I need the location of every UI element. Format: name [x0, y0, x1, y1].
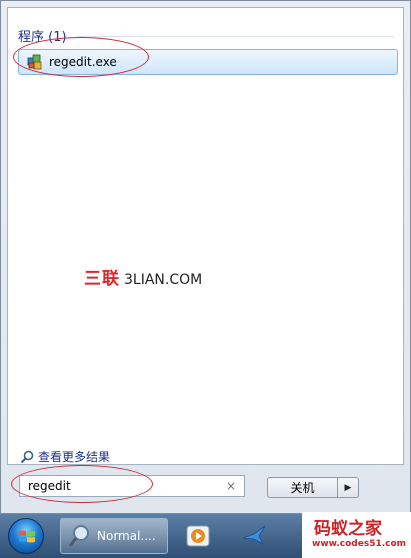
taskbar-item-label: Normal.... — [97, 529, 156, 543]
section-divider — [76, 36, 394, 37]
site-watermark-url: www.codes51.com — [312, 539, 407, 549]
windows-logo-icon — [19, 530, 35, 543]
media-player-icon[interactable] — [184, 522, 212, 550]
bird-app-icon[interactable] — [240, 522, 268, 550]
start-menu: 程序 (1) regedit.exe 三联 3LIAN.COM 查看更多结果 × — [0, 0, 411, 514]
watermark-brand-cn: 三联 — [84, 269, 120, 289]
site-watermark-codes51: 码蚁之家 www.codes51.com — [302, 512, 411, 558]
see-more-results-link[interactable]: 查看更多结果 — [20, 448, 110, 465]
search-magnifier-icon — [68, 525, 89, 547]
search-results-panel: 程序 (1) regedit.exe 三联 3LIAN.COM 查看更多结果 — [7, 7, 404, 465]
start-button[interactable] — [8, 518, 44, 554]
see-more-results-label: 查看更多结果 — [38, 450, 111, 464]
result-item-regedit[interactable]: regedit.exe — [18, 49, 398, 75]
search-icon — [20, 450, 34, 463]
watermark-brand-en: 3LIAN.COM — [124, 272, 203, 288]
taskbar-item-normal[interactable]: Normal.... — [60, 518, 168, 554]
section-header-programs: 程序 (1) — [18, 30, 67, 45]
shutdown-button-group: 关机 ▶ — [267, 477, 359, 498]
search-input[interactable] — [26, 478, 220, 494]
site-watermark-title: 码蚁之家 — [314, 519, 382, 539]
clear-search-icon[interactable]: × — [226, 479, 236, 493]
registry-editor-icon — [27, 54, 42, 70]
result-item-label: regedit.exe — [49, 55, 117, 69]
watermark-3lian: 三联 3LIAN.COM — [84, 264, 203, 289]
start-search-box[interactable]: × — [19, 475, 245, 497]
shutdown-options-arrow-icon[interactable]: ▶ — [338, 478, 358, 497]
shutdown-button[interactable]: 关机 — [268, 478, 338, 497]
